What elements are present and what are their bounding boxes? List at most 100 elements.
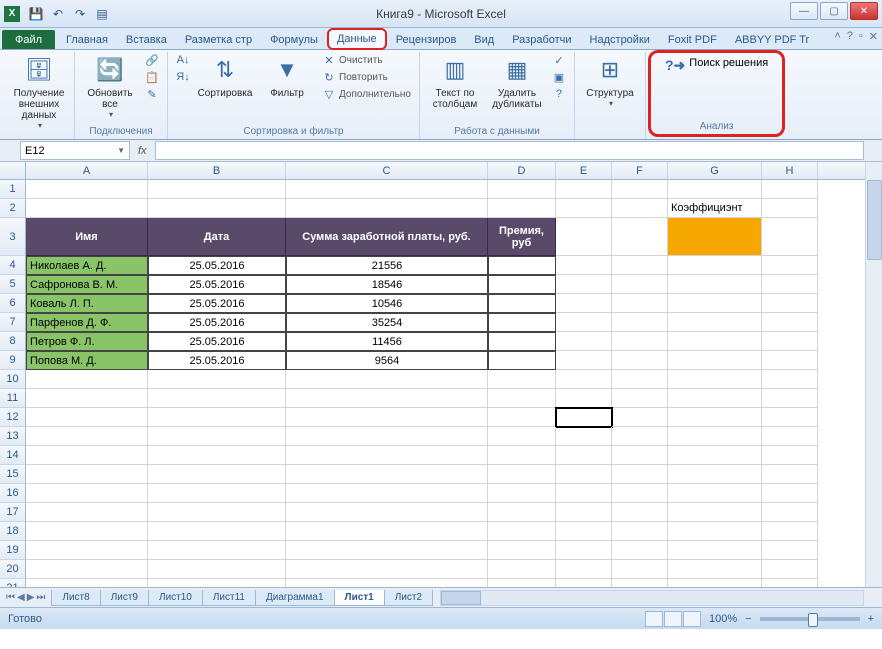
cell[interactable] xyxy=(556,560,612,579)
sheet-tab[interactable]: Лист9 xyxy=(100,590,149,606)
row-header[interactable]: 10 xyxy=(0,370,26,389)
cell[interactable] xyxy=(762,370,818,389)
cell[interactable] xyxy=(762,427,818,446)
cell[interactable] xyxy=(488,541,556,560)
cell[interactable] xyxy=(762,294,818,313)
cell[interactable]: Петров Ф. Л. xyxy=(26,332,148,351)
cell[interactable] xyxy=(612,313,668,332)
normal-view-button[interactable] xyxy=(645,611,663,627)
cell[interactable] xyxy=(148,389,286,408)
cell[interactable] xyxy=(556,218,612,256)
cell[interactable] xyxy=(762,389,818,408)
cell[interactable] xyxy=(488,370,556,389)
tab-home[interactable]: Главная xyxy=(57,30,117,49)
col-header[interactable]: F xyxy=(612,162,668,179)
cell[interactable] xyxy=(612,541,668,560)
cell[interactable] xyxy=(668,503,762,522)
cell[interactable] xyxy=(668,427,762,446)
cell[interactable] xyxy=(488,389,556,408)
fx-button[interactable]: fx xyxy=(138,145,147,157)
mdi-close-icon[interactable]: ✕ xyxy=(869,30,878,43)
cell[interactable]: 35254 xyxy=(286,313,488,332)
qat-more-icon[interactable]: ▤ xyxy=(92,4,112,24)
cell[interactable] xyxy=(556,256,612,275)
properties-button[interactable]: 📋 xyxy=(143,69,161,85)
cell[interactable] xyxy=(148,579,286,587)
cell[interactable] xyxy=(286,560,488,579)
cell[interactable] xyxy=(488,294,556,313)
row-header[interactable]: 16 xyxy=(0,484,26,503)
chevron-down-icon[interactable]: ▼ xyxy=(117,146,125,155)
zoom-in-button[interactable]: + xyxy=(868,613,874,625)
sort-button[interactable]: ⇅ Сортировка xyxy=(196,52,254,101)
advanced-filter-button[interactable]: ▽Дополнительно xyxy=(320,86,413,102)
cell[interactable]: Дата xyxy=(148,218,286,256)
cell[interactable] xyxy=(762,218,818,256)
cell[interactable] xyxy=(26,465,148,484)
cell[interactable] xyxy=(668,446,762,465)
tab-addins[interactable]: Надстройки xyxy=(581,30,659,49)
tab-foxit[interactable]: Foxit PDF xyxy=(659,30,726,49)
cell[interactable] xyxy=(556,180,612,199)
cell[interactable] xyxy=(668,560,762,579)
cell[interactable] xyxy=(612,294,668,313)
cell[interactable] xyxy=(612,256,668,275)
cell[interactable]: Попова М. Д. xyxy=(26,351,148,370)
reapply-button[interactable]: ↻Повторить xyxy=(320,69,413,85)
cell[interactable] xyxy=(668,389,762,408)
cell[interactable] xyxy=(556,522,612,541)
cell[interactable]: 18546 xyxy=(286,275,488,294)
col-header[interactable]: H xyxy=(762,162,818,179)
cell[interactable] xyxy=(488,560,556,579)
cell[interactable] xyxy=(488,465,556,484)
cell[interactable] xyxy=(612,484,668,503)
cell[interactable] xyxy=(612,446,668,465)
cell[interactable] xyxy=(556,332,612,351)
cell[interactable] xyxy=(556,408,612,427)
cell[interactable] xyxy=(556,446,612,465)
cell[interactable] xyxy=(668,351,762,370)
cell[interactable] xyxy=(612,218,668,256)
cell[interactable] xyxy=(488,522,556,541)
cell[interactable] xyxy=(556,275,612,294)
cell[interactable] xyxy=(612,199,668,218)
cell[interactable] xyxy=(148,484,286,503)
cell[interactable] xyxy=(556,427,612,446)
refresh-all-button[interactable]: 🔄 Обновить все xyxy=(81,52,139,121)
cell[interactable] xyxy=(668,313,762,332)
tab-developer[interactable]: Разработчи xyxy=(503,30,580,49)
tab-page-layout[interactable]: Разметка стр xyxy=(176,30,261,49)
cell[interactable] xyxy=(556,465,612,484)
scrollbar-thumb[interactable] xyxy=(867,180,882,260)
tab-insert[interactable]: Вставка xyxy=(117,30,176,49)
cell[interactable]: 10546 xyxy=(286,294,488,313)
sheet-tab[interactable]: Лист8 xyxy=(51,590,100,606)
cell[interactable] xyxy=(26,389,148,408)
cell[interactable] xyxy=(668,579,762,587)
ribbon-minimize-icon[interactable]: ˄ xyxy=(834,30,840,43)
cell[interactable] xyxy=(26,427,148,446)
text-to-columns-button[interactable]: ▥ Текст по столбцам xyxy=(426,52,484,112)
cell[interactable] xyxy=(668,332,762,351)
col-header[interactable]: E xyxy=(556,162,612,179)
cell[interactable] xyxy=(556,579,612,587)
cell[interactable] xyxy=(148,180,286,199)
row-header[interactable]: 17 xyxy=(0,503,26,522)
cell[interactable] xyxy=(762,560,818,579)
formula-input[interactable] xyxy=(155,141,864,160)
tab-view[interactable]: Вид xyxy=(465,30,503,49)
row-header[interactable]: 12 xyxy=(0,408,26,427)
cell[interactable] xyxy=(762,351,818,370)
cell[interactable] xyxy=(488,503,556,522)
cell[interactable] xyxy=(148,446,286,465)
cell[interactable]: 11456 xyxy=(286,332,488,351)
close-button[interactable]: ✕ xyxy=(850,2,878,20)
cell[interactable] xyxy=(612,180,668,199)
col-header[interactable]: G xyxy=(668,162,762,179)
cell[interactable]: 25.05.2016 xyxy=(148,351,286,370)
row-header[interactable]: 15 xyxy=(0,465,26,484)
cell[interactable] xyxy=(668,218,762,256)
row-header[interactable]: 9 xyxy=(0,351,26,370)
sheet-tab[interactable]: Лист1 xyxy=(334,590,385,606)
cell[interactable] xyxy=(612,408,668,427)
